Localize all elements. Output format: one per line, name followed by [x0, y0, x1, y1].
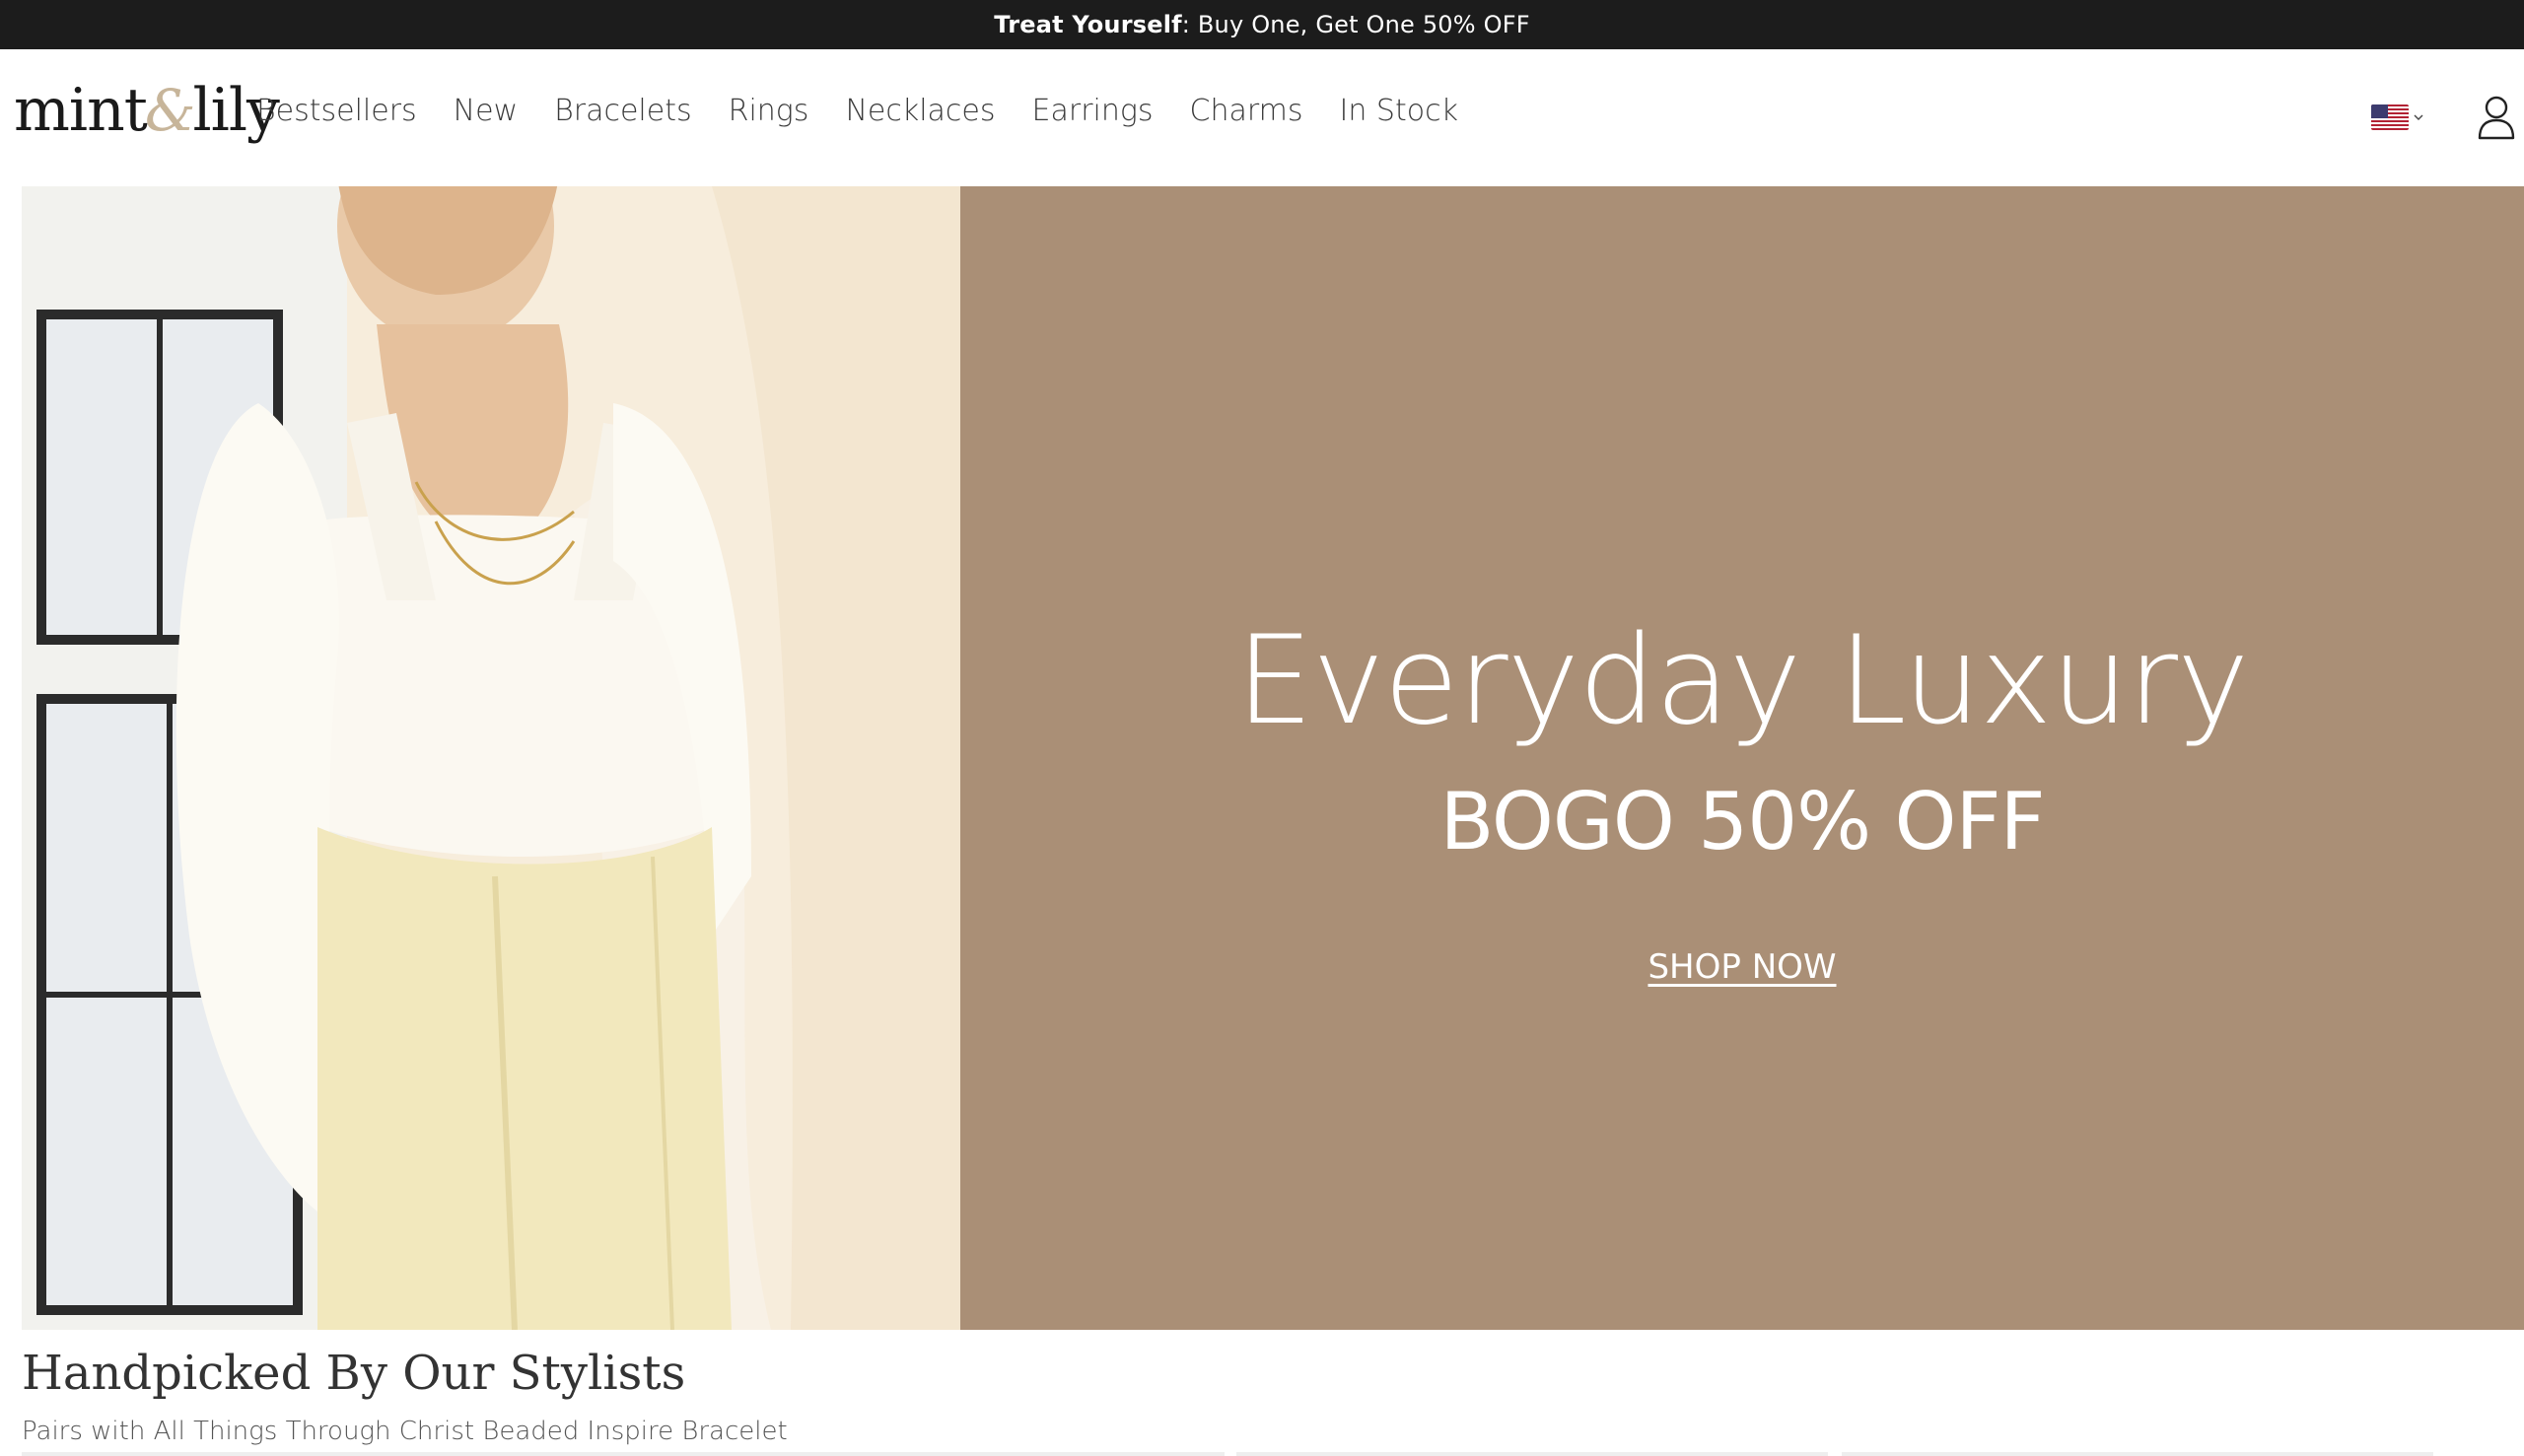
hero-title: Everyday Luxury	[1235, 610, 2250, 752]
hero-model-photo	[22, 186, 960, 1330]
product-card-peek[interactable]	[1236, 1452, 1828, 1456]
nav-item-in-stock[interactable]: In Stock	[1340, 94, 1458, 128]
nav-item-earrings[interactable]: Earrings	[1032, 94, 1154, 128]
nav-item-necklaces[interactable]: Necklaces	[845, 94, 995, 128]
nav-item-charms[interactable]: Charms	[1190, 94, 1303, 128]
logo-ampersand: &	[144, 77, 196, 144]
product-card-peek[interactable]	[1842, 1452, 2433, 1456]
site-header: mint&lily Bestsellers New Bracelets Ring…	[0, 49, 2524, 185]
hero-promo-panel: Everyday Luxury BOGO 50% OFF SHOP NOW	[960, 186, 2524, 1330]
nav-item-bracelets[interactable]: Bracelets	[554, 94, 692, 128]
main-nav: Bestsellers New Bracelets Rings Necklace…	[256, 94, 1495, 128]
us-flag-icon	[2371, 104, 2409, 130]
brand-logo[interactable]: mint&lily	[14, 81, 280, 140]
section-title: Handpicked By Our Stylists	[22, 1346, 686, 1401]
section-subtitle: Pairs with All Things Through Christ Bea…	[22, 1417, 788, 1446]
user-icon[interactable]	[2477, 95, 2516, 140]
locale-selector[interactable]	[2371, 104, 2424, 130]
hero-banner[interactable]: Everyday Luxury BOGO 50% OFF SHOP NOW	[22, 186, 2524, 1330]
announcement-bar: Treat Yourself: Buy One, Get One 50% OFF	[0, 0, 2524, 49]
announcement-strong: Treat Yourself	[994, 11, 1182, 38]
model-illustration	[22, 186, 960, 1330]
logo-text-left: mint	[14, 76, 148, 145]
chevron-down-icon	[2414, 114, 2423, 120]
product-card-peek[interactable]	[22, 1452, 1225, 1456]
hero-subtitle: BOGO 50% OFF	[1439, 776, 2045, 867]
nav-item-new[interactable]: New	[454, 94, 518, 128]
nav-item-bestsellers[interactable]: Bestsellers	[256, 94, 417, 128]
nav-item-rings[interactable]: Rings	[729, 94, 809, 128]
announcement-text: : Buy One, Get One 50% OFF	[1181, 11, 1530, 38]
shop-now-link[interactable]: SHOP NOW	[960, 947, 2524, 987]
